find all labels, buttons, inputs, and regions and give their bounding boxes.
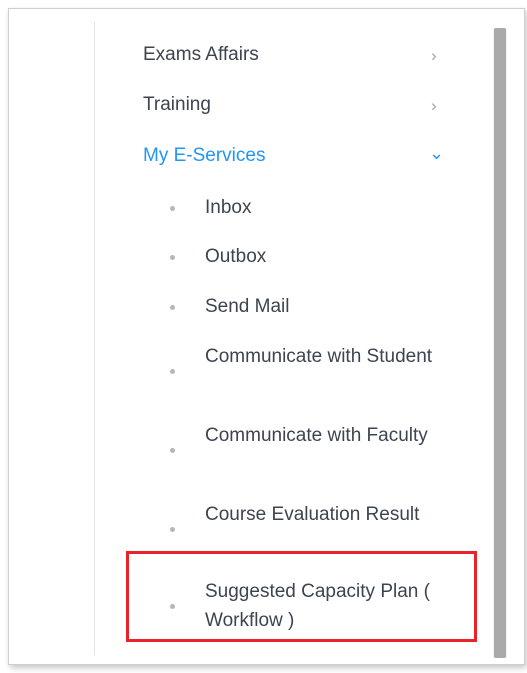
- highlight-annotation-box: [126, 551, 477, 642]
- bullet-icon: [170, 369, 175, 374]
- submenu-item-label: Inbox: [205, 197, 252, 218]
- chevron-down-icon: ⌄: [429, 143, 445, 163]
- menu-item-label: Exams Affairs: [143, 44, 259, 65]
- bullet-icon: [170, 206, 175, 211]
- submenu-item-label: Course Evaluation Result: [205, 504, 420, 525]
- menu-item-label: Training: [143, 94, 211, 115]
- menu-item-my-e-services[interactable]: My E-Services ⌄: [143, 143, 463, 173]
- menu-item-training[interactable]: Training ›: [143, 92, 463, 122]
- bullet-icon: [170, 448, 175, 453]
- submenu-item-label: Outbox: [205, 246, 267, 267]
- scrollbar[interactable]: [493, 28, 507, 658]
- submenu-item-label: Communicate with Student: [205, 346, 433, 367]
- bullet-icon: [170, 255, 175, 260]
- submenu-item-label: Communicate with Faculty: [205, 425, 428, 446]
- menu-item-exams-affairs[interactable]: Exams Affairs ›: [143, 42, 463, 72]
- chevron-right-icon: ›: [431, 96, 437, 115]
- scrollbar-thumb[interactable]: [494, 28, 506, 658]
- bullet-icon: [170, 527, 175, 532]
- menu-item-label: My E-Services: [143, 145, 266, 166]
- bullet-icon: [170, 305, 175, 310]
- submenu-item-label: Send Mail: [205, 296, 290, 317]
- chevron-right-icon: ›: [431, 46, 437, 65]
